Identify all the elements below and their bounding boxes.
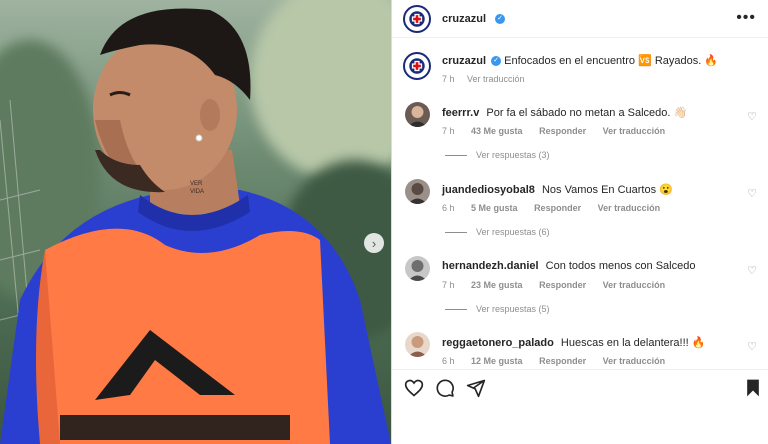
view-replies-link[interactable]: Ver respuestas (3) (445, 150, 550, 160)
comment-username[interactable]: feerrr.v (442, 107, 479, 119)
comment-username[interactable]: juandediosyobal8 (442, 184, 535, 196)
reply-button[interactable]: Responder (534, 203, 581, 213)
verified-icon: ✓ (495, 14, 505, 24)
comment-likes[interactable]: 43 Me gusta (471, 126, 523, 136)
replies-label: Ver respuestas (3) (476, 150, 550, 160)
heart-icon[interactable]: ♡ (747, 187, 757, 200)
caption-time: 7 h (442, 74, 455, 84)
translate-link[interactable]: Ver traducción (598, 203, 661, 213)
translate-link[interactable]: Ver traducción (603, 126, 666, 136)
avatar[interactable] (405, 102, 430, 127)
comment-username[interactable]: reggaetonero_palado (442, 337, 554, 349)
comment-time: 7 h (442, 126, 455, 136)
comment-body: Por fa el sábado no metan a Salcedo. 👋🏻 (486, 107, 688, 119)
comment-icon[interactable] (435, 378, 455, 398)
comment: juandediosyobal8 Nos Vamos En Cuartos 😮 … (392, 174, 768, 250)
caption-username[interactable]: cruzazul (442, 55, 486, 67)
replies-label: Ver respuestas (6) (476, 227, 550, 237)
more-options-icon[interactable]: ••• (736, 9, 756, 27)
bookmark-icon[interactable] (743, 378, 763, 398)
cruzazul-avatar[interactable] (403, 5, 431, 33)
view-replies-link[interactable]: Ver respuestas (6) (445, 227, 550, 237)
comment-time: 7 h (442, 280, 455, 290)
next-photo-button[interactable]: › (364, 233, 384, 253)
view-replies-link[interactable]: Ver respuestas (5) (445, 304, 550, 314)
comment-meta: 7 h 23 Me gusta Responder Ver traducción (442, 280, 679, 290)
svg-text:VIDA: VIDA (190, 189, 204, 195)
caption-text: cruzazul ✓ Enfocados en el encuentro 🆚 R… (442, 54, 718, 67)
translate-link[interactable]: Ver traducción (603, 356, 666, 366)
comment-likes[interactable]: 12 Me gusta (471, 356, 523, 366)
comment-likes[interactable]: 5 Me gusta (471, 203, 518, 213)
post-caption: cruzazul ✓ Enfocados en el encuentro 🆚 R… (392, 46, 768, 90)
avatar[interactable] (405, 332, 430, 357)
reply-button[interactable]: Responder (539, 356, 586, 366)
comment-meta: 6 h 12 Me gusta Responder Ver traducción (442, 356, 679, 366)
post-header: cruzazul ✓ ••• (392, 0, 768, 38)
header-username[interactable]: cruzazul (442, 13, 486, 25)
replies-dash (445, 155, 467, 157)
comment-meta: 6 h 5 Me gusta Responder Ver traducción (442, 203, 674, 213)
comment: feerrr.v Por fa el sábado no metan a Sal… (392, 97, 768, 173)
chevron-right-icon: › (371, 235, 377, 251)
replies-dash (445, 232, 467, 234)
comment-time: 6 h (442, 203, 455, 213)
caption-text-after: Rayados. (654, 55, 702, 67)
reply-button[interactable]: Responder (539, 126, 586, 136)
comment-likes[interactable]: 23 Me gusta (471, 280, 523, 290)
share-icon[interactable] (466, 378, 486, 398)
comment-body: Con todos menos con Salcedo (545, 260, 696, 272)
comment-text: feerrr.v Por fa el sábado no metan a Sal… (442, 106, 687, 119)
comment: hernandezh.daniel Con todos menos con Sa… (392, 251, 768, 327)
heart-icon[interactable]: ♡ (747, 110, 757, 123)
replies-dash (445, 309, 467, 311)
translate-link[interactable]: Ver traducción (603, 280, 666, 290)
avatar[interactable] (405, 256, 430, 281)
replies-label: Ver respuestas (5) (476, 304, 550, 314)
avatar[interactable] (405, 179, 430, 204)
post-photo[interactable]: VER VIDA › (0, 0, 391, 444)
cruzazul-avatar[interactable] (403, 52, 431, 80)
verified-icon: ✓ (491, 56, 502, 67)
post-actions (392, 369, 768, 444)
comment-meta: 7 h 43 Me gusta Responder Ver traducción (442, 126, 679, 136)
caption-meta: 7 h Ver traducción (442, 74, 525, 84)
heart-icon[interactable] (404, 378, 424, 398)
player-image: VER VIDA (0, 8, 391, 444)
heart-icon[interactable]: ♡ (747, 264, 757, 277)
reply-button[interactable]: Responder (539, 280, 586, 290)
comment-body: Huescas en la delantera!!! 🔥 (560, 337, 706, 349)
cruzazul-logo-icon (406, 55, 428, 77)
vs-emoji: 🆚 (638, 55, 652, 67)
post-panel: cruzazul ✓ ••• cruzazul ✓ Enfocados en e… (392, 0, 768, 444)
comment-text: hernandezh.daniel Con todos menos con Sa… (442, 260, 695, 272)
caption-text-before: Enfocados en el encuentro (504, 55, 636, 67)
comment-time: 6 h (442, 356, 455, 366)
comment-body: Nos Vamos En Cuartos 😮 (541, 184, 673, 196)
comment-text: juandediosyobal8 Nos Vamos En Cuartos 😮 (442, 183, 673, 196)
heart-icon[interactable]: ♡ (747, 340, 757, 353)
comment: reggaetonero_palado Huescas en la delant… (392, 327, 768, 369)
svg-text:VER: VER (190, 181, 203, 187)
fire-emoji: 🔥 (704, 55, 719, 67)
cruzazul-logo-icon (406, 8, 428, 30)
caption-translate-link[interactable]: Ver traducción (467, 74, 525, 84)
comment-text: reggaetonero_palado Huescas en la delant… (442, 336, 705, 349)
comment-username[interactable]: hernandezh.daniel (442, 260, 539, 272)
